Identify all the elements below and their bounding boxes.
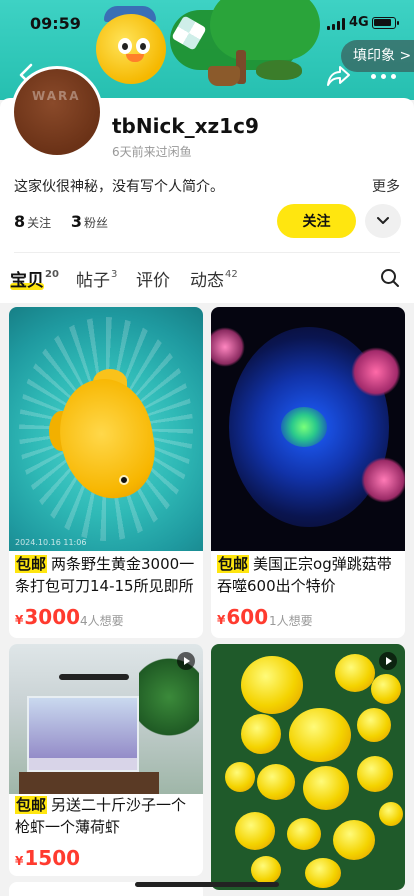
tab-activity[interactable]: 动态42: [190, 266, 238, 291]
item-price: ¥3000: [15, 605, 80, 629]
item-card[interactable]: 包邮 另送二十斤沙子一个枪虾一个薄荷虾 ¥1500: [9, 644, 203, 876]
mascot-beak: [126, 54, 144, 62]
item-title: 包邮 另送二十斤沙子一个枪虾一个薄荷虾: [15, 794, 201, 838]
item-card[interactable]: 包邮 美国正宗og弹跳菇带吞噬600出个特价 ¥600 1人想要: [211, 307, 405, 638]
profile-dropdown-button[interactable]: [365, 204, 401, 238]
want-count: 1人想要: [269, 614, 313, 628]
signal-icon: [327, 18, 345, 30]
tab-reviews[interactable]: 评价: [136, 266, 170, 291]
price-value: 1500: [24, 846, 81, 870]
item-image: [9, 644, 203, 794]
share-icon[interactable]: [326, 64, 352, 88]
item-card[interactable]: [211, 644, 405, 890]
battery-icon: [372, 17, 399, 29]
status-time: 09:59: [30, 14, 81, 33]
currency-symbol: ¥: [217, 613, 226, 627]
more-icon[interactable]: [370, 66, 398, 86]
chevron-down-icon: [377, 217, 389, 224]
video-play-icon: [177, 652, 195, 670]
follow-button[interactable]: 关注: [277, 204, 356, 238]
item-title: 包邮 美国正宗og弹跳菇带吞噬600出个特价: [217, 553, 403, 597]
tab-label: 帖子: [76, 271, 110, 291]
banner-pot: [208, 66, 240, 86]
bio-text: 这家伙很神秘，没有写个人简介。: [14, 179, 224, 195]
banner-leaf-pile: [256, 60, 302, 80]
tab-items[interactable]: 宝贝20: [10, 266, 59, 291]
video-play-icon: [379, 652, 397, 670]
tab-label: 动态: [190, 271, 224, 291]
following-stat[interactable]: 8 关注: [14, 212, 52, 231]
image-timestamp: 2024.10.16 11:06: [15, 538, 87, 547]
followers-stat[interactable]: 3 粉丝: [71, 212, 108, 231]
free-shipping-tag: 包邮: [15, 796, 48, 814]
last-seen-text: 6天前来过闲鱼: [112, 145, 192, 159]
currency-symbol: ¥: [15, 854, 24, 868]
tab-count: 3: [111, 269, 118, 281]
free-shipping-tag: 包邮: [15, 555, 48, 573]
currency-symbol: ¥: [15, 613, 24, 627]
network-type: 4G: [349, 15, 369, 30]
item-card[interactable]: 2024.10.16 11:06 包邮 两条野生黄金3000一条打包可刀14-15…: [9, 307, 203, 638]
status-bar: 09:59 4G: [0, 0, 414, 44]
search-icon[interactable]: [380, 268, 400, 288]
tab-count: 20: [45, 269, 59, 281]
followers-count: 3: [70, 212, 82, 231]
follow-stats: 8 关注 3 粉丝: [14, 212, 108, 231]
home-indicator[interactable]: [135, 882, 279, 887]
item-image: [211, 644, 405, 890]
username: tbNick_xz1c9: [112, 114, 259, 138]
want-count: 4人想要: [80, 614, 124, 628]
followers-label: 粉丝: [83, 216, 108, 230]
tab-posts[interactable]: 帖子3: [76, 266, 117, 291]
free-shipping-tag: 包邮: [217, 555, 250, 573]
item-price: ¥1500: [15, 846, 80, 870]
bio-more-link[interactable]: 更多: [372, 176, 400, 196]
tab-label: 宝贝: [10, 271, 44, 291]
item-title: 包邮 两条野生黄金3000一条打包可刀14-15所见即所: [15, 553, 201, 597]
price-value: 3000: [24, 605, 81, 629]
item-image: [211, 307, 405, 551]
item-image: 2024.10.16 11:06: [9, 307, 203, 551]
item-price: ¥600: [217, 605, 268, 629]
following-label: 关注: [27, 216, 52, 230]
tab-label: 评价: [136, 271, 170, 291]
avatar[interactable]: WARA: [11, 66, 103, 158]
price-value: 600: [226, 605, 269, 629]
following-count: 8: [14, 212, 26, 231]
tab-count: 42: [225, 269, 238, 281]
